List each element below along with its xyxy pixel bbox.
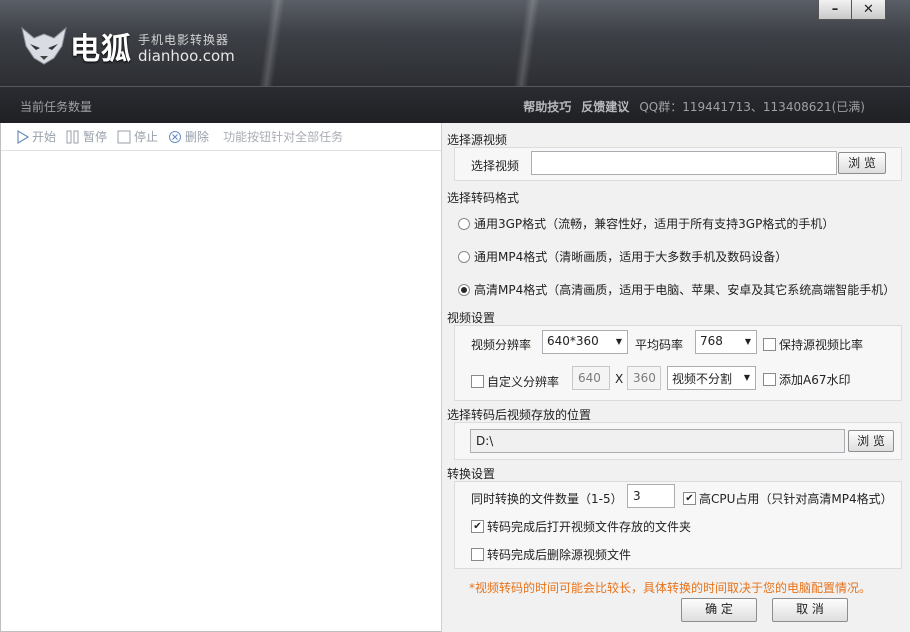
chevron-down-icon: ▼	[743, 373, 750, 382]
radio-mp4[interactable]	[458, 250, 470, 263]
radio-3gp[interactable]	[458, 217, 470, 230]
format-option-mp4[interactable]: 通用MP4格式（清晰画质，适用于大多数手机及数码设备）	[458, 248, 787, 265]
delete-icon	[169, 130, 182, 143]
source-browse-button[interactable]: 浏 览	[838, 152, 886, 174]
keep-ratio-checkbox[interactable]: 保持源视频比率	[763, 336, 863, 353]
app-header: 电狐 手机电影转换器 dianhoo.com – ✕	[0, 0, 910, 86]
format-option-3gp[interactable]: 通用3GP格式（流畅，兼容性好，适用于所有支持3GP格式的手机）	[458, 215, 834, 232]
task-count-label: 当前任务数量	[20, 100, 93, 114]
resolution-label: 视频分辨率	[471, 338, 532, 352]
pause-button[interactable]: 暂停	[66, 128, 107, 145]
concurrent-input[interactable]: 3	[627, 484, 675, 508]
open-folder-checkbox[interactable]: ✔ 转码完成后打开视频文件存放的文件夹	[471, 518, 691, 535]
output-group-title: 选择转码后视频存放的位置	[447, 408, 592, 422]
checkbox-high-cpu[interactable]: ✔	[683, 492, 696, 505]
delete-label: 删除	[185, 130, 210, 144]
high-cpu-label: 高CPU占用（只针对高清MP4格式）	[699, 492, 893, 506]
settings-panel: 选择源视频 选择视频 浏 览 选择转码格式 通用3GP格式（流畅，兼容性好，适用…	[441, 123, 910, 632]
chevron-down-icon: ▼	[744, 337, 751, 346]
pause-icon	[66, 130, 79, 143]
split-value: 视频不分割	[672, 372, 733, 386]
app-domain: dianhoo.com	[138, 47, 235, 65]
cancel-button[interactable]: 取 消	[772, 598, 848, 622]
start-label: 开始	[32, 130, 57, 144]
start-button[interactable]: 开始	[17, 128, 56, 145]
format-group-title: 选择转码格式	[447, 191, 520, 205]
convert-group-title: 转换设置	[447, 467, 496, 481]
fox-logo-icon	[21, 26, 67, 65]
qq-group-text: QQ群：119441713、113408621(已满)	[639, 100, 865, 114]
format-option-label: 通用3GP格式（流畅，兼容性好，适用于所有支持3GP格式的手机）	[474, 217, 835, 231]
checkbox-keep-ratio[interactable]	[763, 338, 776, 351]
radio-hd-mp4[interactable]	[458, 283, 470, 296]
open-folder-label: 转码完成后打开视频文件存放的文件夹	[487, 520, 692, 534]
delete-source-label: 转码完成后删除源视频文件	[487, 548, 632, 562]
chevron-down-icon: ▼	[615, 337, 622, 346]
format-option-hd-mp4[interactable]: 高清MP4格式（高清画质，适用于电脑、苹果、安卓及其它系统高端智能手机）	[458, 281, 895, 298]
stop-button[interactable]: 停止	[117, 128, 158, 145]
format-option-label: 通用MP4格式（清晰画质，适用于大多数手机及数码设备）	[474, 250, 788, 264]
app-subtitle: 手机电影转换器	[138, 33, 230, 47]
custom-res-label: 自定义分辨率	[487, 375, 560, 389]
source-group: 选择视频 浏 览	[454, 147, 902, 181]
header-decoration	[513, 0, 541, 86]
source-label: 选择视频	[471, 159, 520, 173]
ok-button[interactable]: 确 定	[681, 598, 757, 622]
output-path-input[interactable]: D:\	[470, 429, 845, 453]
header-links: 帮助技巧 反馈建议 QQ群：119441713、113408621(已满)	[523, 98, 865, 115]
watermark-label: 添加A67水印	[779, 373, 851, 387]
source-group-title: 选择源视频	[447, 133, 508, 147]
video-group-title: 视频设置	[447, 311, 496, 325]
close-button[interactable]: ✕	[852, 0, 886, 20]
task-list-panel: 开始 暂停 停止 删除 功能按钮针对全部任务	[0, 123, 441, 632]
pause-label: 暂停	[83, 130, 108, 144]
bitrate-value: 768	[700, 334, 723, 348]
logo-text: 电狐	[70, 32, 132, 67]
header-decoration	[258, 0, 286, 86]
convert-group: 同时转换的文件数量（1-5） 3 ✔ 高CPU占用（只针对高清MP4格式） ✔ …	[454, 481, 902, 569]
custom-height-input[interactable]: 360	[627, 366, 661, 390]
time-note: *视频转码的时间可能会比较长，具体转换的时间取决于您的电脑配置情况。	[469, 581, 872, 595]
output-group: D:\ 浏 览	[454, 422, 902, 460]
minimize-button[interactable]: –	[818, 0, 852, 20]
resolution-value: 640*360	[547, 334, 599, 348]
custom-res-checkbox[interactable]: 自定义分辨率	[471, 373, 559, 390]
resolution-select[interactable]: 640*360 ▼	[542, 330, 628, 354]
bitrate-select[interactable]: 768 ▼	[695, 330, 757, 354]
bitrate-label: 平均码率	[635, 338, 684, 352]
help-link[interactable]: 帮助技巧	[523, 98, 571, 115]
format-option-label: 高清MP4格式（高清画质，适用于电脑、苹果、安卓及其它系统高端智能手机）	[474, 283, 896, 297]
high-cpu-checkbox[interactable]: ✔ 高CPU占用（只针对高清MP4格式）	[683, 490, 893, 507]
format-group: 通用3GP格式（流畅，兼容性好，适用于所有支持3GP格式的手机） 通用MP4格式…	[454, 205, 902, 305]
play-icon	[17, 129, 29, 144]
delete-source-checkbox[interactable]: 转码完成后删除源视频文件	[471, 546, 631, 563]
split-select[interactable]: 视频不分割 ▼	[667, 366, 756, 390]
source-path-input[interactable]	[531, 151, 837, 175]
window-controls: – ✕	[818, 0, 886, 20]
delete-button[interactable]: 删除	[168, 128, 209, 145]
output-browse-button[interactable]: 浏 览	[848, 430, 894, 452]
keep-ratio-label: 保持源视频比率	[779, 338, 864, 352]
stop-icon	[117, 130, 131, 143]
feedback-link[interactable]: 反馈建议	[581, 98, 629, 115]
concurrent-label: 同时转换的文件数量（1-5）	[471, 492, 623, 506]
checkbox-delete-source[interactable]	[471, 548, 484, 561]
toolbar-note: 功能按钮针对全部任务	[223, 130, 344, 144]
checkbox-open-folder[interactable]: ✔	[471, 520, 484, 533]
video-group: 视频分辨率 640*360 ▼ 平均码率 768 ▼ 保持源视频比率 自定义分辨…	[454, 325, 902, 401]
task-toolbar: 开始 暂停 停止 删除 功能按钮针对全部任务	[1, 123, 441, 151]
checkbox-custom-res[interactable]	[471, 375, 484, 388]
custom-width-input[interactable]: 640	[572, 366, 610, 390]
stop-label: 停止	[134, 130, 159, 144]
status-bar: 当前任务数量 帮助技巧 反馈建议 QQ群：119441713、113408621…	[0, 86, 910, 123]
watermark-checkbox[interactable]: 添加A67水印	[763, 371, 850, 388]
checkbox-watermark[interactable]	[763, 373, 776, 386]
times-sign: X	[615, 372, 624, 386]
